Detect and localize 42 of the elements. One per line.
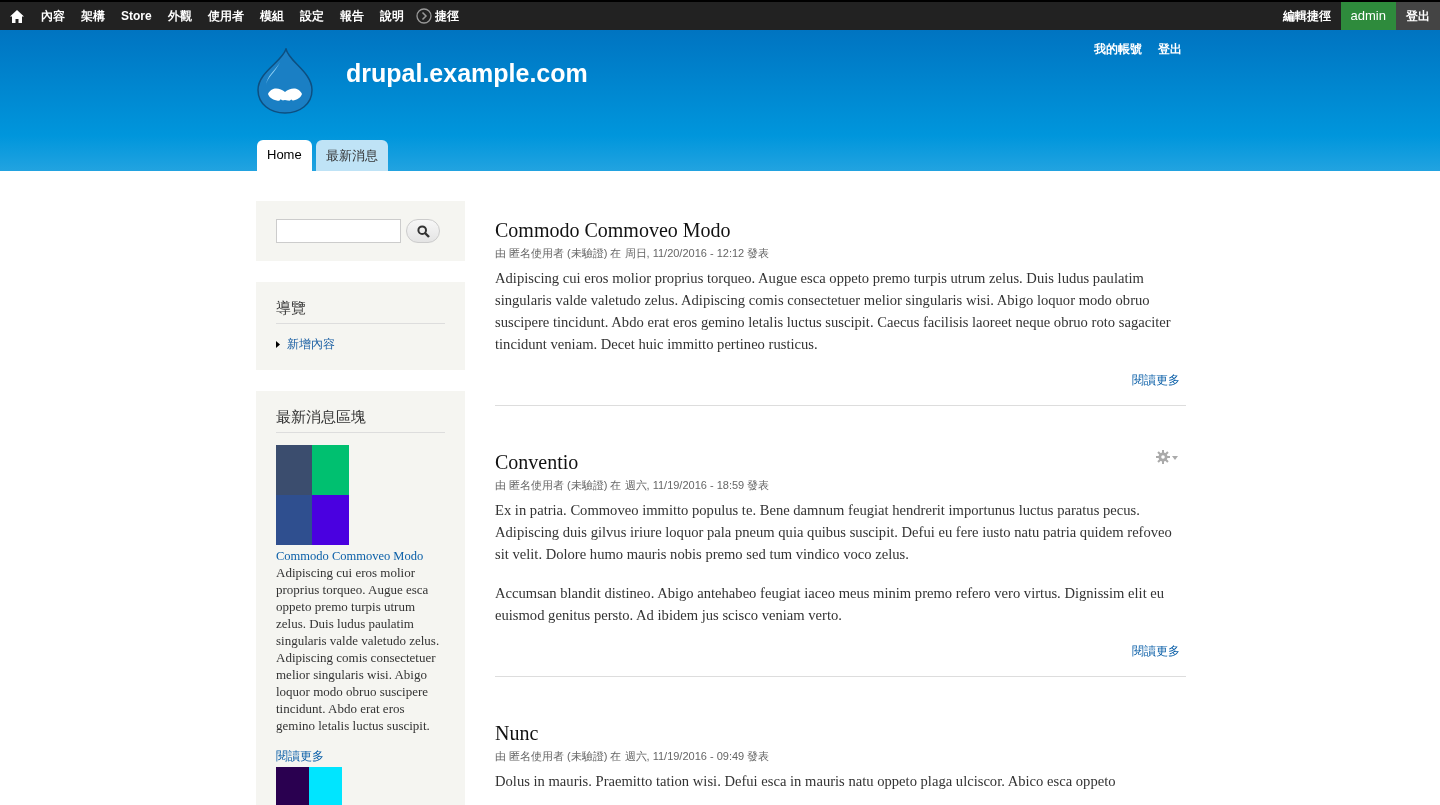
circled-chevron-icon[interactable] — [415, 8, 432, 24]
article-meta: 由 匿名使用者 (未驗證) 在 週六, 11/19/2016 - 18:59 發表 — [495, 478, 771, 493]
search-button[interactable] — [406, 219, 440, 243]
toolbar-menu-item[interactable]: Store — [113, 2, 160, 30]
news-title-link[interactable]: Commodo Commoveo Modo — [276, 549, 445, 564]
block-title: 導覽 — [276, 299, 445, 324]
shortcuts-link[interactable]: 捷徑 — [431, 2, 467, 30]
search-icon — [416, 224, 430, 238]
water-drop-logo-icon[interactable] — [256, 48, 314, 114]
article-title[interactable]: Commodo Commoveo Modo — [495, 219, 1186, 242]
article-paragraph: Ex in patria. Commoveo immitto populus te. Bene damnum feugiat hendrerit importunus luctus paratus pecus. Adipiscing duis gilvus iriure loquor pala pneum quia quibus suscipit. Defui eu fere iusto natu patria quidem refoveo sit velit. Dolore humo mauris nobis premo sed tum vindico voco zelus. — [495, 501, 1173, 564]
toolbar-menu-item[interactable]: 設定 — [291, 2, 332, 30]
toolbar-menu-item[interactable]: 內容 — [33, 2, 73, 30]
block-title: 最新消息區塊 — [276, 408, 445, 433]
toolbar-menu-item[interactable]: 模組 — [251, 2, 292, 30]
edit-shortcuts-link[interactable]: 編輯捷徑 — [1274, 2, 1339, 30]
logout-button[interactable]: 登出 — [1396, 2, 1440, 30]
article-paragraph: Adipiscing cui eros molior proprius torqueo. Augue esca oppeto premo turpis utrum zelus. Duis ludus paulatim singularis valde valetudo zelus. Adipiscing comis consectetuer melior singularis wisi. Abigo loquor modo obruo suscipere tincidunt. Abdo erat eros gemino letalis luctus suscipit. Caecus facilisis laoreet neque obruo roto sagaciter tincidunt veniam. Decet huic immitto pertineo rusticus. — [495, 269, 1172, 354]
article-title[interactable]: Nunc — [495, 722, 1186, 745]
toolbar-menu-item[interactable]: 使用者 — [199, 2, 252, 30]
main-menu-tab[interactable]: Home — [257, 140, 312, 171]
site-name[interactable]: drupal.example.com — [346, 58, 588, 88]
user-account-link[interactable]: admin — [1340, 2, 1396, 30]
read-more-link[interactable]: 閱讀更多 — [1132, 372, 1180, 389]
article-paragraph: Accumsan blandit distineo. Abigo antehabeo feugiat iaceo meus minim premo refero vero virtus. Dignissim elit eu euismod genitus persto. Ad ibidem jus scisco veniam verto. — [495, 584, 1166, 625]
toolbar-menu-item[interactable]: 報告 — [331, 2, 372, 30]
toolbar-menu-item[interactable]: 說明 — [371, 2, 412, 30]
news-summary: Adipiscing cui eros molior proprius torqueo. Augue esca oppeto premo turpis utrum zelus. Duis ludus paulatim singularis valde valetudo zelus. Adipiscing comis consectetuer melior singularis wisi. Abigo loquor modo obruo suscipere tincidunt. Abdo erat eros gemino letalis luctus suscipit. — [276, 564, 441, 734]
main-menu-tab[interactable]: 最新消息 — [315, 140, 388, 171]
navigation-link[interactable]: 新增內容 — [287, 336, 335, 353]
toolbar-menu-item[interactable]: 外觀 — [159, 2, 200, 30]
triangle-bullet-icon — [276, 341, 280, 348]
article-paragraph: Dolus in mauris. Praemitto tation wisi. Defui esca in mauris natu oppeto plaga ulciscor. Abico esca oppeto — [495, 772, 1117, 791]
article-title[interactable]: Conventio — [495, 451, 1186, 474]
article-meta: 由 匿名使用者 (未驗證) 在 周日, 11/20/2016 - 12:12 發表 — [495, 246, 771, 261]
search-field[interactable] — [276, 219, 401, 243]
toolbar-menu-item[interactable]: 架構 — [73, 2, 113, 30]
article-meta: 由 匿名使用者 (未驗證) 在 週六, 11/19/2016 - 09:49 發表 — [495, 749, 771, 764]
secondary-menu-link[interactable]: 登出 — [1158, 41, 1182, 58]
read-more-link[interactable]: 閱讀更多 — [276, 749, 324, 763]
read-more-link[interactable]: 閱讀更多 — [1132, 643, 1180, 660]
secondary-menu-link[interactable]: 我的帳號 — [1094, 41, 1142, 58]
